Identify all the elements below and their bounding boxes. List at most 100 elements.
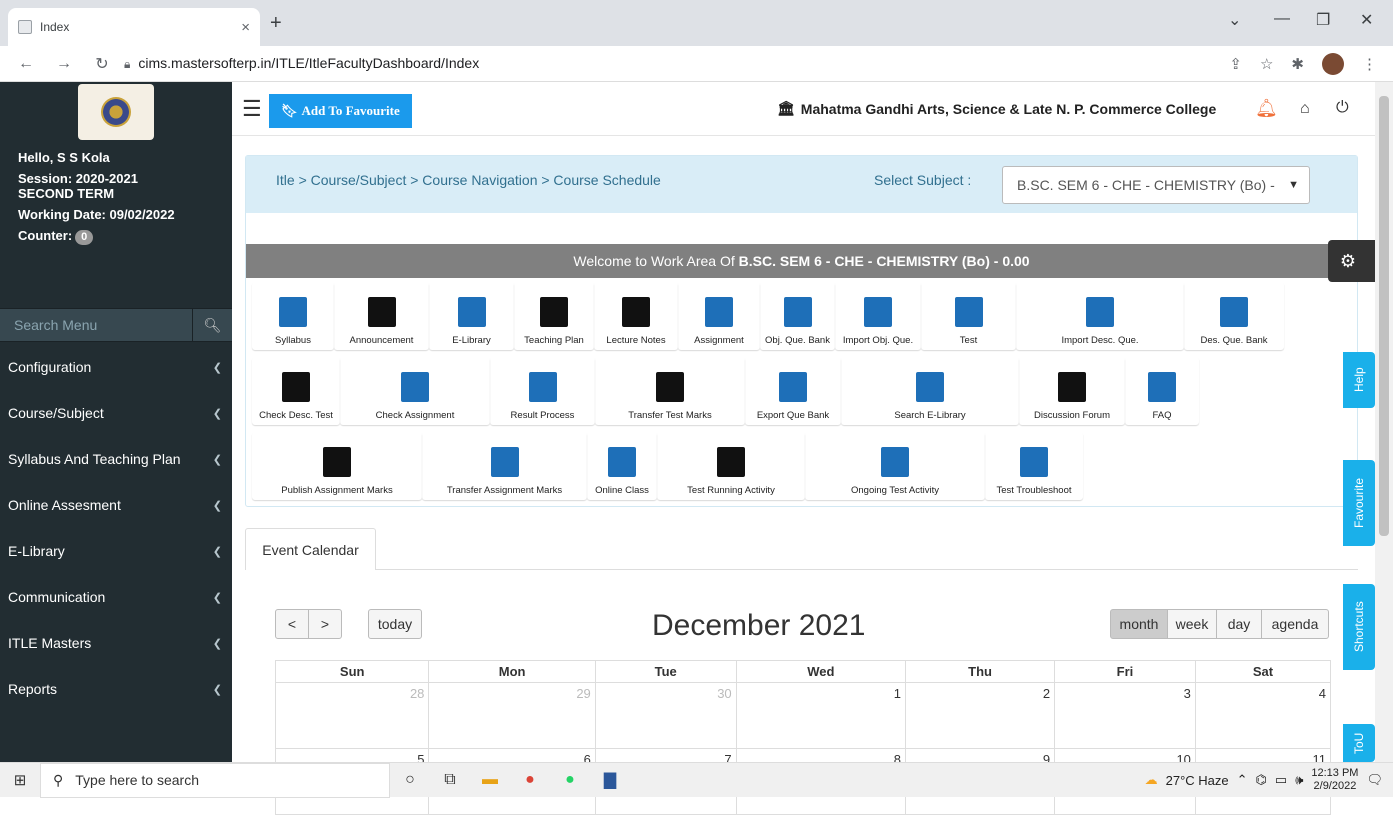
add-to-favourite-button[interactable]: 🔖︎ Add To Favourite bbox=[269, 94, 412, 128]
back-icon[interactable]: ← bbox=[14, 55, 38, 73]
tab-search-icon[interactable]: ⌄ bbox=[1228, 10, 1241, 30]
minimize-icon[interactable]: — bbox=[1274, 10, 1290, 28]
search-menu-input[interactable] bbox=[14, 317, 174, 333]
subject-select[interactable]: B.SC. SEM 6 - CHE - CHEMISTRY (Bo) - ▼ bbox=[1002, 166, 1310, 204]
tile-icon bbox=[779, 372, 807, 402]
tile-label: Search E-Library bbox=[894, 410, 966, 421]
weather-text[interactable]: 27°C Haze bbox=[1166, 773, 1229, 788]
search-icon[interactable]: 🔍︎ bbox=[192, 308, 232, 342]
tile-e-library[interactable]: E-Library bbox=[429, 282, 514, 350]
tile-publish-assignment-marks[interactable]: Publish Assignment Marks bbox=[252, 432, 422, 500]
tile-label: Publish Assignment Marks bbox=[281, 485, 393, 496]
url-field[interactable]: 🔒︎ cims.mastersofterp.in/ITLE/ItleFaculty… bbox=[124, 55, 479, 72]
view-week-button[interactable]: week bbox=[1167, 609, 1217, 639]
calendar-day-cell[interactable]: 29 bbox=[428, 682, 596, 749]
notification-icon[interactable]: 🗨︎ bbox=[1366, 772, 1383, 788]
home-icon[interactable]: ⌂ bbox=[1300, 100, 1310, 118]
tile-transfer-assignment-marks[interactable]: Transfer Assignment Marks bbox=[422, 432, 587, 500]
view-day-button[interactable]: day bbox=[1216, 609, 1262, 639]
calendar-day-cell[interactable]: 3 bbox=[1054, 682, 1196, 749]
tile-syllabus[interactable]: Syllabus bbox=[252, 282, 334, 350]
new-tab-icon[interactable]: + bbox=[270, 12, 282, 35]
calendar-day-cell[interactable]: 1 bbox=[735, 682, 907, 749]
calendar-day-cell[interactable]: 30 bbox=[594, 682, 737, 749]
windows-start-icon[interactable]: ⊞ bbox=[0, 771, 40, 789]
extensions-icon[interactable]: ✱ bbox=[1291, 55, 1304, 73]
battery-icon[interactable]: ▭ bbox=[1275, 772, 1287, 788]
tile-icon bbox=[881, 447, 909, 477]
share-icon[interactable]: ⇪ bbox=[1229, 55, 1242, 73]
close-window-icon[interactable]: ✕ bbox=[1360, 10, 1373, 30]
tile-check-assignment[interactable]: Check Assignment bbox=[340, 357, 490, 425]
view-month-button[interactable]: month bbox=[1110, 609, 1168, 639]
sidebar-item-reports[interactable]: Reports ❮ bbox=[0, 666, 232, 712]
sidebar-item-itle-masters[interactable]: ITLE Masters ❮ bbox=[0, 620, 232, 666]
close-tab-icon[interactable]: × bbox=[241, 19, 250, 36]
calendar-today-button[interactable]: today bbox=[368, 609, 422, 639]
notification-bell-icon[interactable]: 🔔︎ bbox=[1255, 98, 1278, 119]
sidebar-item-syllabus[interactable]: Syllabus And Teaching Plan ❮ bbox=[0, 436, 232, 482]
tile-assignment[interactable]: Assignment bbox=[678, 282, 760, 350]
tile-ongoing-test-activity[interactable]: Ongoing Test Activity bbox=[805, 432, 985, 500]
tile-announcement[interactable]: Announcement bbox=[334, 282, 429, 350]
power-icon[interactable]: ⏻ bbox=[1336, 99, 1349, 117]
tile-online-class[interactable]: Online Class bbox=[587, 432, 657, 500]
menu-dots-icon[interactable]: ⋮ bbox=[1362, 55, 1377, 73]
calendar-day-cell[interactable]: 28 bbox=[274, 682, 430, 749]
bookmark-star-icon[interactable]: ☆ bbox=[1260, 55, 1273, 73]
file-explorer-icon[interactable]: ▬ bbox=[470, 771, 510, 789]
calendar-day-cell[interactable]: 2 bbox=[905, 682, 1056, 749]
forward-icon[interactable]: → bbox=[52, 55, 76, 73]
volume-icon[interactable]: 🕪︎ bbox=[1295, 772, 1303, 788]
calendar-day-cell[interactable]: 4 bbox=[1194, 682, 1332, 749]
favourite-side-tab[interactable]: Favourite bbox=[1343, 460, 1375, 546]
chrome-icon[interactable]: ● bbox=[510, 771, 550, 789]
word-icon[interactable]: ▇ bbox=[590, 770, 630, 790]
task-view-icon[interactable]: ⧉ bbox=[430, 771, 470, 789]
tile-import-desc-que[interactable]: Import Desc. Que. bbox=[1016, 282, 1184, 350]
network-icon[interactable]: ⌬ bbox=[1256, 772, 1267, 788]
tile-test-running-activity[interactable]: Test Running Activity bbox=[657, 432, 805, 500]
sidebar-item-e-library[interactable]: E-Library ❮ bbox=[0, 528, 232, 574]
tile-result-process[interactable]: Result Process bbox=[490, 357, 595, 425]
restore-icon[interactable]: ❐ bbox=[1316, 10, 1330, 30]
sidebar-item-course-subject[interactable]: Course/Subject ❮ bbox=[0, 390, 232, 436]
tile-teaching-plan[interactable]: Teaching Plan bbox=[514, 282, 594, 350]
taskbar-search[interactable]: ⚲ Type here to search bbox=[40, 762, 390, 798]
sidebar-item-online-assesment[interactable]: Online Assesment ❮ bbox=[0, 482, 232, 528]
tile-obj-que-bank[interactable]: Obj. Que. Bank bbox=[760, 282, 835, 350]
settings-gear-icon[interactable]: ⚙ bbox=[1328, 240, 1376, 282]
view-agenda-button[interactable]: agenda bbox=[1261, 609, 1329, 639]
tile-check-desc-test[interactable]: Check Desc. Test bbox=[252, 357, 340, 425]
tile-label: FAQ bbox=[1152, 410, 1172, 421]
tile-des-que-bank[interactable]: Des. Que. Bank bbox=[1184, 282, 1284, 350]
scrollbar-thumb[interactable] bbox=[1379, 96, 1389, 536]
tile-lecture-notes[interactable]: Lecture Notes bbox=[594, 282, 678, 350]
calendar-prev-button[interactable]: < bbox=[275, 609, 309, 639]
page-scrollbar[interactable] bbox=[1375, 82, 1393, 762]
tile-discussion-forum[interactable]: Discussion Forum bbox=[1019, 357, 1125, 425]
tile-faq[interactable]: FAQ bbox=[1125, 357, 1199, 425]
hamburger-icon[interactable]: ☰ bbox=[242, 96, 262, 122]
browser-tab[interactable]: Index × bbox=[8, 8, 260, 46]
help-side-tab[interactable]: Help bbox=[1343, 352, 1375, 408]
shortcuts-side-tab[interactable]: Shortcuts bbox=[1343, 584, 1375, 670]
tile-export-que-bank[interactable]: Export Que Bank bbox=[745, 357, 841, 425]
tile-icon bbox=[705, 297, 733, 327]
tile-test[interactable]: Test bbox=[921, 282, 1016, 350]
whatsapp-icon[interactable]: ● bbox=[550, 771, 590, 789]
tray-chevron-up-icon[interactable]: ⌃ bbox=[1237, 772, 1248, 788]
tile-test-troubleshoot[interactable]: Test Troubleshoot bbox=[985, 432, 1083, 500]
tile-import-obj-que[interactable]: Import Obj. Que. bbox=[835, 282, 921, 350]
sidebar-item-communication[interactable]: Communication ❮ bbox=[0, 574, 232, 620]
cortana-icon[interactable]: ○ bbox=[390, 771, 430, 789]
sidebar-item-configuration[interactable]: Configuration ❮ bbox=[0, 344, 232, 390]
calendar-next-button[interactable]: > bbox=[308, 609, 342, 639]
tou-side-tab[interactable]: ToU bbox=[1343, 724, 1375, 762]
clock[interactable]: 12:13 PM 2/9/2022 bbox=[1311, 767, 1358, 793]
reload-icon[interactable]: ↻ bbox=[90, 54, 114, 74]
profile-avatar[interactable] bbox=[1322, 52, 1344, 75]
tile-transfer-test-marks[interactable]: Transfer Test Marks bbox=[595, 357, 745, 425]
tab-event-calendar[interactable]: Event Calendar bbox=[245, 528, 376, 570]
tile-search-e-library[interactable]: Search E-Library bbox=[841, 357, 1019, 425]
